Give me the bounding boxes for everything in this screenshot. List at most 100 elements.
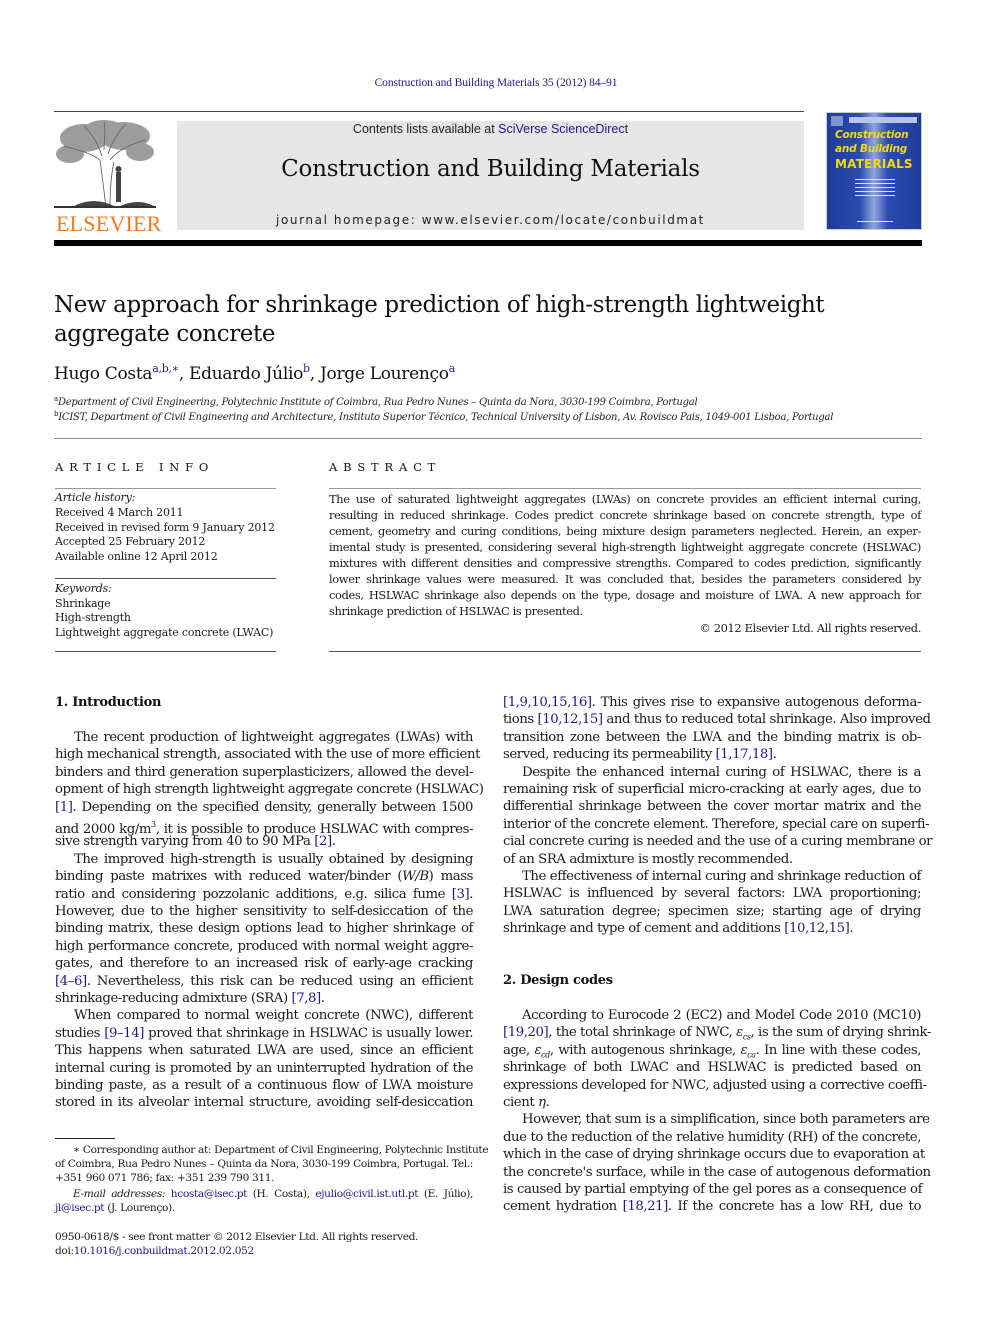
section-heading-design-codes: 2. Design codes [503, 973, 613, 988]
body-line: served, reducing its permeability [1,17,… [503, 746, 921, 763]
body-line: ratio and considering pozzolanic additio… [55, 886, 473, 903]
reference-link[interactable]: [1] [55, 800, 73, 815]
reference-link[interactable]: [3] [452, 887, 470, 902]
text-run: opment of high strength lightweight aggr… [55, 782, 484, 798]
footnote-line: ∗ Corresponding author at: Department of… [55, 1143, 489, 1157]
text-run: gates, and therefore to an increased ris… [55, 956, 473, 972]
author-affil-mark[interactable]: a,b,∗ [152, 362, 179, 375]
section-heading-introduction: 1. Introduction [55, 695, 162, 710]
reference-link[interactable]: [1,17,18] [716, 747, 774, 762]
reference-link[interactable]: [9–14] [104, 1026, 144, 1041]
reference-link[interactable]: jl@isec.pt [55, 1202, 105, 1214]
doi-prefix: doi: [55, 1245, 74, 1257]
text-run: (J. Lourenço). [104, 1202, 175, 1214]
text-run: shrinkage of both LWAC and HSLWAC is pre… [503, 1060, 921, 1076]
body-line: transition zone between the LWA and the … [503, 729, 921, 746]
reference-link[interactable]: [4–6] [55, 974, 87, 989]
cover-fine-print [855, 179, 895, 180]
text-run: W/B [402, 869, 429, 885]
history-item: Accepted 25 February 2012 [55, 535, 206, 548]
text-run: +351 960 071 786; fax: +351 239 790 311. [55, 1172, 275, 1184]
body-line: binding paste matrixes with reduced wate… [55, 868, 473, 885]
body-line: gates, and therefore to an increased ris… [55, 955, 473, 972]
body-line: high mechanical strength, associated wit… [55, 746, 480, 763]
text-run: . [545, 1095, 550, 1110]
text-run: of Coimbra, Rua Pedro Nunes – Quinta da … [55, 1158, 473, 1170]
reference-link[interactable]: [19,20] [503, 1025, 549, 1040]
text-run: stored in its alveolar internal structur… [55, 1095, 473, 1111]
body-line: cient η. [503, 1094, 921, 1111]
journal-citation[interactable]: Construction and Building Materials 35 (… [0, 77, 992, 89]
text-run: . Nevertheless, this risk can be reduced… [86, 973, 474, 989]
reference-link[interactable]: hcosta@isec.pt [171, 1188, 248, 1200]
reference-link[interactable]: ejulio@civil.ist.utl.pt [315, 1188, 418, 1200]
reference-link[interactable]: [2] [314, 834, 332, 849]
journal-cover-image[interactable]: Construction and Building MATERIALS [826, 112, 922, 230]
text-run: The effectiveness of internal curing and… [522, 869, 921, 884]
text-run: is caused by partial emptying of the gel… [503, 1182, 923, 1197]
body-line: This happens when saturated LWA are used… [55, 1042, 473, 1059]
body-line: remaining risk of superficial micro-crac… [503, 781, 921, 798]
keyword-item: Shrinkage [55, 596, 111, 610]
text-run: shrinkage-reducing admixture (SRA) [55, 991, 292, 1006]
journal-homepage[interactable]: journal homepage: www.elsevier.com/locat… [177, 213, 804, 227]
body-line: opment of high strength lightweight aggr… [55, 781, 484, 798]
text-run: remaining risk of superficial micro-crac… [503, 782, 921, 797]
reference-link[interactable]: [10,12,15] [784, 921, 850, 936]
abstract-rule [329, 488, 921, 489]
abstract-line: The use of saturated lightweight aggrega… [329, 492, 921, 506]
text-run: However, that sum is a simplification, s… [522, 1112, 930, 1128]
issn-line: 0950-0618/$ - see front matter © 2012 El… [55, 1231, 419, 1243]
text-run: shrinkage and type of cement and additio… [503, 921, 785, 937]
body-line: due to the reduction of the relative hum… [503, 1129, 921, 1146]
text-run: . [331, 834, 336, 850]
body-line: is caused by partial emptying of the gel… [503, 1181, 923, 1198]
journal-name: Construction and Building Materials [281, 156, 700, 182]
reference-link[interactable]: [18,21] [623, 1199, 669, 1214]
contents-prefix: Contents lists available at [352, 122, 499, 136]
text-run: This happens when saturated LWA are used… [55, 1043, 473, 1059]
author-name[interactable]: Eduardo Júlio [189, 364, 303, 384]
text-run: transition zone between the LWA and the … [503, 729, 921, 745]
reference-link[interactable]: [10,12,15] [538, 712, 604, 727]
sciencedirect-link[interactable]: SciVerse ScienceDirect [498, 122, 628, 136]
body-line: expressions developed for NWC, adjusted … [503, 1077, 927, 1094]
text-run: . This gives rise to expansive autogenou… [591, 695, 922, 710]
reference-link[interactable]: [7,8] [291, 991, 321, 1006]
text-run: (H. Costa), [247, 1188, 316, 1200]
title-line: aggregate concrete [54, 321, 276, 347]
text-run: . [849, 921, 854, 937]
text-run: of an SRA admixture is mostly recommende… [503, 851, 793, 867]
title-line: New approach for shrinkage prediction of… [54, 292, 825, 318]
abstract-line: cement, geometry and curing conditions, … [329, 524, 921, 538]
text-run: binding paste, as a result of a continuo… [55, 1078, 473, 1093]
body-line: and 2000 kg/m3, it is possible to produc… [55, 816, 473, 837]
body-line: According to Eurocode 2 (EC2) and Model … [503, 1007, 921, 1024]
body-line: HSLWAC is influenced by several factors:… [503, 885, 921, 902]
footnote-line: E-mail addresses: hcosta@isec.pt (H. Cos… [55, 1187, 473, 1201]
author-affil-mark[interactable]: a [449, 362, 456, 375]
body-line: [1]. Depending on the specified density,… [55, 799, 473, 816]
body-line: However, due to the higher sensitivity t… [55, 903, 473, 920]
doi-link[interactable]: 10.1016/j.conbuildmat.2012.02.052 [74, 1245, 255, 1257]
text-run: due to the reduction of the relative hum… [503, 1129, 921, 1145]
text-run: Despite the enhanced internal curing of … [522, 764, 921, 780]
body-line: internal curing is promoted by an uninte… [55, 1060, 473, 1077]
text-run: When compared to normal weight concrete … [74, 1008, 473, 1024]
body-line: [19,20], the total shrinkage of NWC, εcs… [503, 1024, 931, 1042]
text-run: which in the case of drying shrinkage oc… [503, 1147, 925, 1163]
author-affil-mark[interactable]: b [303, 362, 310, 375]
author-separator: , [178, 364, 190, 384]
cover-top-bar [849, 117, 917, 123]
abstract-copyright: © 2012 Elsevier Ltd. All rights reserved… [699, 621, 921, 635]
cover-title-line3: MATERIALS [835, 157, 913, 171]
text-run: ∗ Corresponding author at: Department of… [73, 1144, 489, 1156]
author-name[interactable]: Jorge Lourenço [320, 364, 449, 384]
history-label: Article history: [55, 491, 136, 504]
body-line: tions [10,12,15] and thus to reduced tot… [503, 711, 931, 728]
affiliation-a: aDepartment of Civil Engineering, Polyte… [54, 395, 698, 408]
elsevier-logo[interactable]: ELSEVIER [54, 120, 162, 236]
body-line: LWA saturation degree; specimen size; st… [503, 903, 921, 920]
author-name[interactable]: Hugo Costa [54, 364, 153, 384]
reference-link[interactable]: [1,9,10,15,16] [503, 695, 592, 710]
